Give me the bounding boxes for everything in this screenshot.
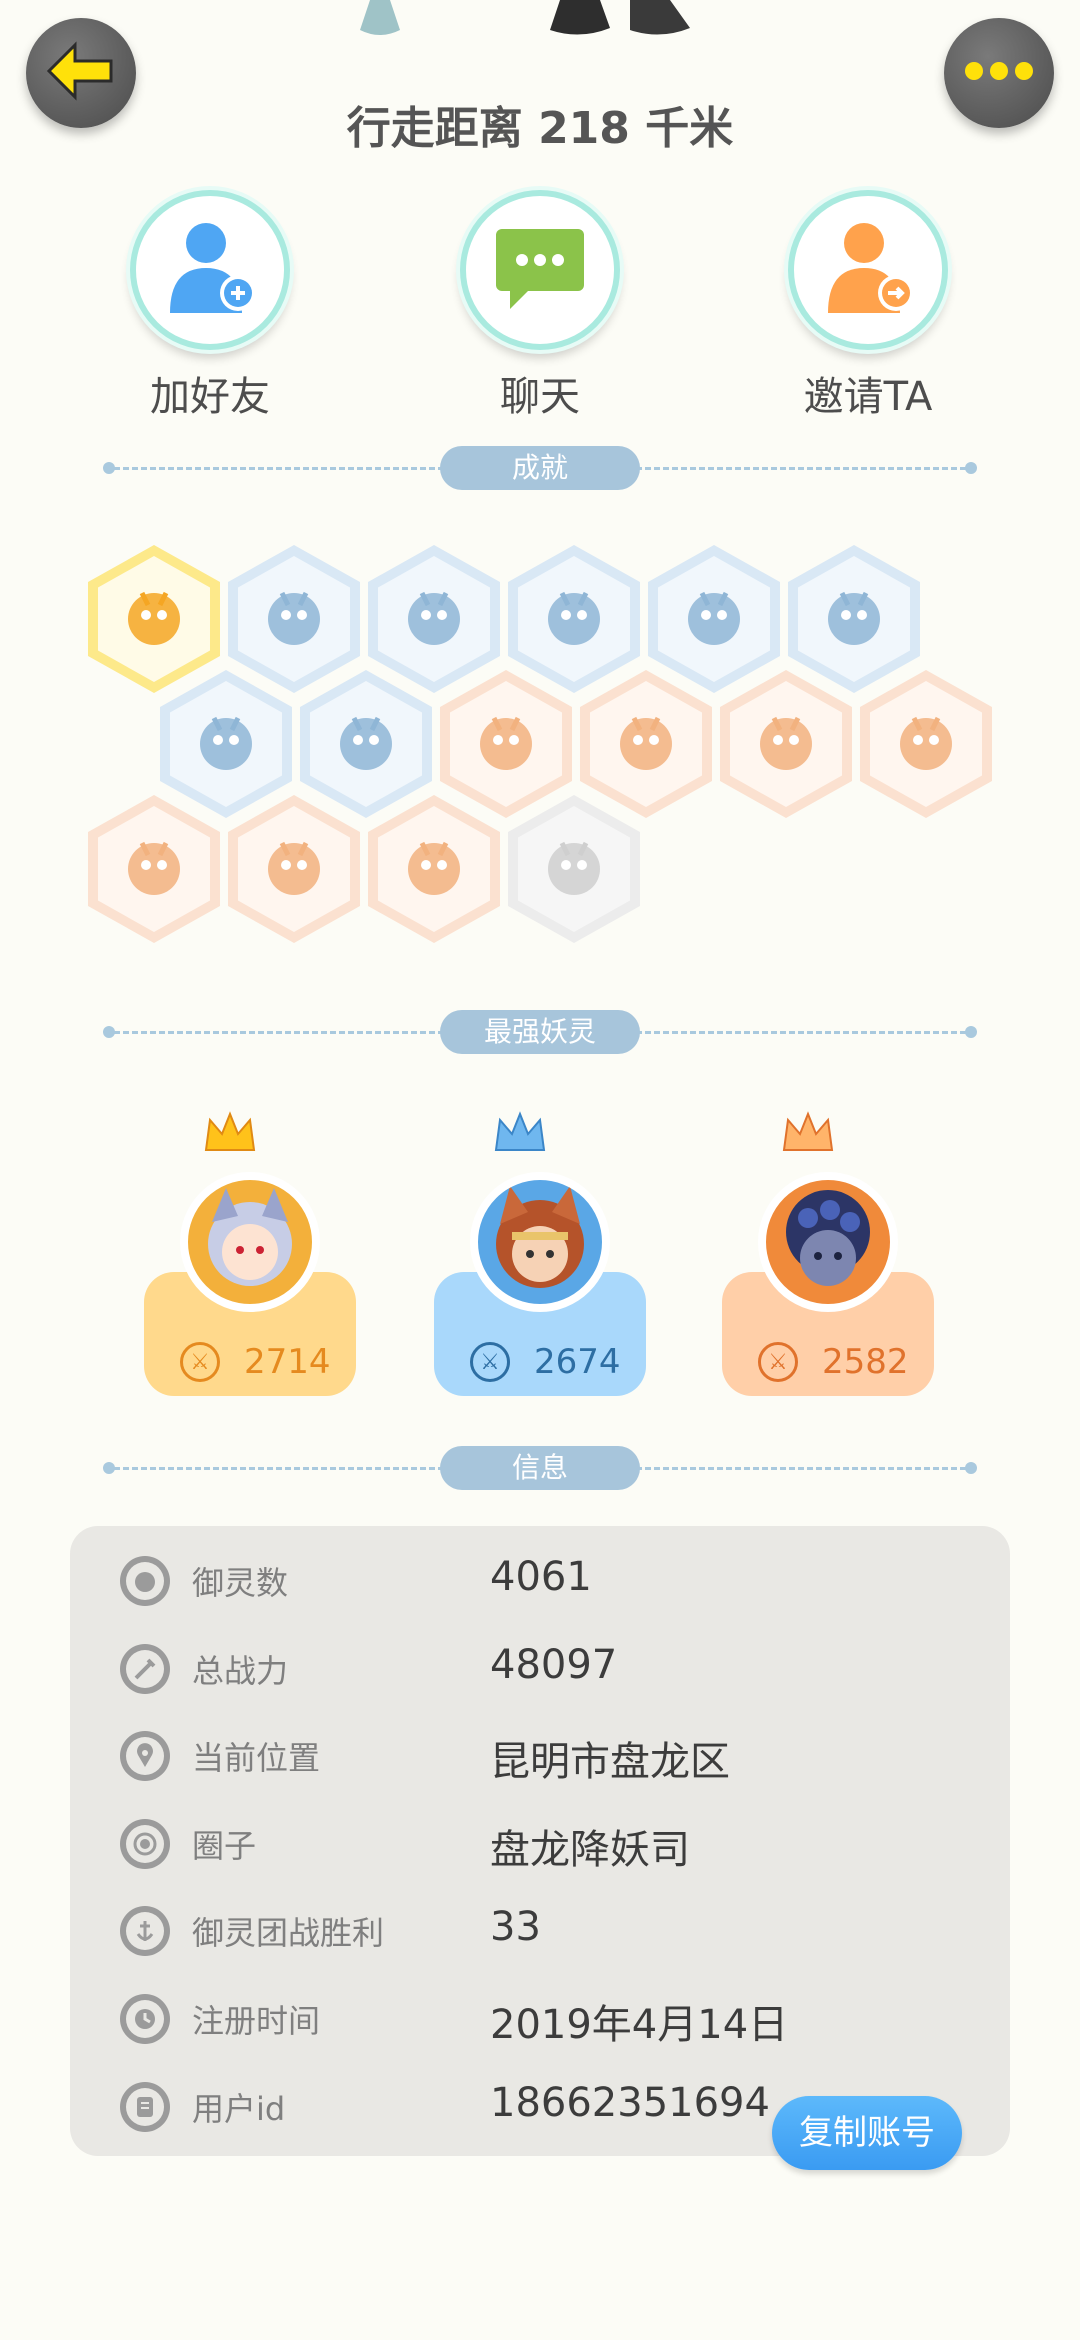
achievement-emblem-icon bbox=[396, 829, 472, 909]
crown-icon bbox=[202, 1110, 258, 1160]
info-key: 御灵数 bbox=[192, 1564, 289, 1602]
walk-distance: 行走距离 218 千米 bbox=[346, 103, 734, 154]
info-value: 48097 bbox=[490, 1642, 618, 1688]
info-key: 当前位置 bbox=[192, 1739, 321, 1777]
info-header: 信息 bbox=[103, 1446, 977, 1490]
character-feet bbox=[360, 0, 780, 40]
achievement-badge[interactable] bbox=[368, 795, 500, 943]
info-key: 用户id bbox=[192, 2090, 286, 2128]
achievement-badge[interactable] bbox=[88, 795, 220, 943]
spirit-count-icon bbox=[120, 1556, 170, 1606]
chat-label: 聊天 bbox=[500, 374, 580, 420]
info-row-total-power: 总战力 48097 bbox=[70, 1634, 1010, 1714]
achievement-emblem-icon bbox=[116, 579, 192, 659]
achievement-emblem-icon bbox=[888, 704, 964, 784]
crown-icon bbox=[780, 1110, 836, 1160]
info-panel: 御灵数 4061 总战力 48097 当前位置 昆明市盘龙区 圈子 盘龙降妖司 … bbox=[70, 1526, 1010, 2170]
spirit-avatar bbox=[470, 1172, 610, 1312]
chat-icon bbox=[490, 223, 590, 317]
achievement-emblem-icon bbox=[328, 704, 404, 784]
info-key: 圈子 bbox=[192, 1827, 257, 1865]
info-key: 御灵团战胜利 bbox=[192, 1914, 385, 1952]
anchor-icon bbox=[120, 1906, 170, 1956]
info-row-location: 当前位置 昆明市盘龙区 bbox=[70, 1721, 1010, 1801]
achievement-emblem-icon bbox=[676, 579, 752, 659]
achievement-badge[interactable] bbox=[860, 670, 992, 818]
id-card-icon bbox=[120, 2082, 170, 2132]
info-key: 总战力 bbox=[192, 1652, 289, 1690]
info-title: 信息 bbox=[440, 1446, 640, 1490]
sword-icon bbox=[120, 1644, 170, 1694]
achievement-badge[interactable] bbox=[228, 795, 360, 943]
add-friend-icon bbox=[160, 213, 260, 327]
info-value: 昆明市盘龙区 bbox=[490, 1739, 730, 1785]
spirit-power: 2714 bbox=[244, 1342, 331, 1382]
achievement-emblem-icon bbox=[396, 579, 472, 659]
info-value: 33 bbox=[490, 1904, 541, 1950]
crown-icon bbox=[492, 1110, 548, 1160]
sword-icon: ⚔ bbox=[180, 1342, 220, 1382]
info-key: 注册时间 bbox=[192, 2002, 321, 2040]
achievement-emblem-icon bbox=[748, 704, 824, 784]
copy-account-button[interactable]: 复制账号 bbox=[772, 2096, 962, 2170]
achievements-title: 成就 bbox=[440, 446, 640, 490]
info-row-spirit-count: 御灵数 4061 bbox=[70, 1546, 1010, 1626]
add-friend-button[interactable]: 加好友 bbox=[100, 190, 320, 422]
achievement-badge[interactable] bbox=[720, 670, 852, 818]
achievement-emblem-icon bbox=[468, 704, 544, 784]
info-value: 18662351694 bbox=[490, 2080, 770, 2126]
info-value: 2019年4月14日 bbox=[490, 2002, 789, 2048]
invite-icon bbox=[818, 213, 918, 327]
achievement-emblem-icon bbox=[188, 704, 264, 784]
sword-icon: ⚔ bbox=[758, 1342, 798, 1382]
sword-icon: ⚔ bbox=[470, 1342, 510, 1382]
invite-button[interactable]: 邀请TA bbox=[758, 190, 978, 422]
chat-button[interactable]: 聊天 bbox=[430, 190, 650, 422]
achievement-emblem-icon bbox=[256, 579, 332, 659]
location-icon bbox=[120, 1731, 170, 1781]
info-row-register-date: 注册时间 2019年4月14日 bbox=[70, 1984, 1010, 2064]
spirit-power: 2674 bbox=[534, 1342, 621, 1382]
achievement-emblem-icon bbox=[536, 579, 612, 659]
spirit-avatar bbox=[758, 1172, 898, 1312]
achievement-emblem-icon bbox=[536, 829, 612, 909]
info-value: 4061 bbox=[490, 1554, 592, 1600]
circle-icon bbox=[120, 1819, 170, 1869]
spirit-power: 2582 bbox=[822, 1342, 909, 1382]
strongest-title: 最强妖灵 bbox=[440, 1010, 640, 1054]
achievement-emblem-icon bbox=[816, 579, 892, 659]
strongest-header: 最强妖灵 bbox=[103, 1010, 977, 1054]
invite-label: 邀请TA bbox=[803, 374, 933, 420]
spirit-avatar bbox=[180, 1172, 320, 1312]
add-friend-label: 加好友 bbox=[150, 374, 270, 420]
achievements-header: 成就 bbox=[103, 446, 977, 490]
ellipsis-icon bbox=[964, 61, 1034, 85]
info-row-circle: 圈子 盘龙降妖司 bbox=[70, 1809, 1010, 1889]
info-row-team-wins: 御灵团战胜利 33 bbox=[70, 1896, 1010, 1976]
achievement-emblem-icon bbox=[608, 704, 684, 784]
clock-icon bbox=[120, 1994, 170, 2044]
achievement-emblem-icon bbox=[256, 829, 332, 909]
info-value: 盘龙降妖司 bbox=[490, 1827, 690, 1873]
achievement-badge[interactable] bbox=[508, 795, 640, 943]
achievement-emblem-icon bbox=[116, 829, 192, 909]
